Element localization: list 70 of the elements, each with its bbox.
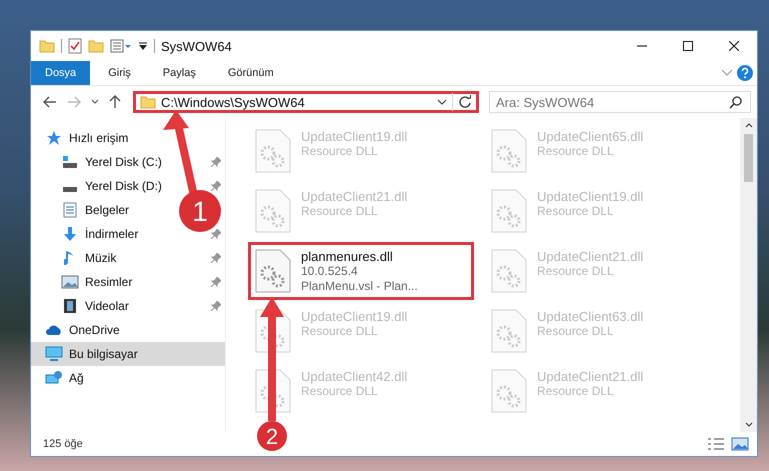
- back-arrow-icon[interactable]: [43, 96, 57, 108]
- large-icons-view-icon[interactable]: [731, 437, 749, 451]
- sidebar-item[interactable]: Hızlı erişim: [69, 131, 128, 145]
- monitor-icon: [45, 346, 63, 362]
- pin-icon[interactable]: [211, 181, 221, 191]
- pin-icon[interactable]: [211, 301, 221, 311]
- maximize-icon: [683, 41, 693, 51]
- address-field[interactable]: C:\Windows\SysWOW64: [133, 91, 479, 113]
- gear-file-icon: [491, 189, 527, 233]
- pin-icon[interactable]: [211, 277, 221, 287]
- sidebar-item[interactable]: OneDrive: [69, 323, 120, 337]
- properties-icon[interactable]: [110, 39, 132, 53]
- ribbon-tab[interactable]: Görünüm: [214, 61, 288, 85]
- help-icon[interactable]: [737, 65, 753, 81]
- picture-icon: [61, 275, 79, 289]
- pin-icon[interactable]: [211, 253, 221, 263]
- sidebar-item[interactable]: Resimler: [85, 275, 132, 289]
- scrollbar[interactable]: [740, 118, 757, 432]
- customize-caret-icon[interactable]: [138, 41, 148, 51]
- gear-file-icon: [491, 309, 527, 353]
- ribbon-tab[interactable]: Dosya: [31, 61, 90, 85]
- network-icon: [45, 370, 63, 386]
- pin-icon[interactable]: [211, 229, 221, 239]
- scroll-down-icon[interactable]: [744, 422, 752, 428]
- item-count: 125 öğe: [43, 438, 83, 450]
- gear-file-icon: [491, 129, 527, 173]
- scroll-thumb[interactable]: [744, 134, 753, 182]
- step-marker: 1: [179, 190, 221, 232]
- gear-file-icon: [255, 249, 291, 293]
- scroll-up-icon[interactable]: [744, 122, 752, 128]
- sidebar-item[interactable]: Bu bilgisayar: [69, 347, 138, 361]
- sidebar-item[interactable]: Belgeler: [85, 203, 130, 217]
- folder-icon: [39, 39, 55, 53]
- refresh-icon[interactable]: [458, 95, 472, 109]
- drive-icon: [62, 155, 78, 169]
- close-icon: [729, 41, 739, 51]
- up-arrow-icon[interactable]: [109, 95, 121, 109]
- gear-file-icon: [491, 249, 527, 293]
- sidebar-item[interactable]: Ağ: [69, 371, 84, 385]
- sidebar-item[interactable]: Müzik: [85, 251, 116, 265]
- expand-ribbon-icon[interactable]: [721, 69, 733, 77]
- download-arrow-icon: [62, 226, 78, 242]
- folder-icon: [140, 95, 156, 109]
- document-icon: [63, 202, 77, 218]
- gear-file-icon: [491, 369, 527, 413]
- recent-caret-icon[interactable]: [91, 99, 99, 105]
- sidebar-item[interactable]: Videolar: [85, 299, 129, 313]
- pin-icon[interactable]: [211, 157, 221, 167]
- search-icon[interactable]: [729, 95, 743, 109]
- gear-file-icon: [255, 189, 291, 233]
- step-marker: 2: [257, 421, 287, 451]
- star-icon: [46, 130, 62, 146]
- ribbon-tab[interactable]: Paylaş: [148, 61, 210, 85]
- caret-icon[interactable]: [437, 99, 447, 105]
- search-field[interactable]: Ara: SysWOW64: [489, 91, 751, 113]
- sidebar-item[interactable]: Yerel Disk (D:): [85, 179, 162, 193]
- sidebar-item[interactable]: İndirmeler: [85, 227, 138, 241]
- window-title: SysWOW64: [161, 38, 232, 54]
- music-note-icon: [64, 250, 76, 266]
- details-view-icon[interactable]: [707, 438, 725, 450]
- drive-icon: [63, 186, 77, 192]
- file-item[interactable]: planmenures.dll 10.0.525.4 PlanMenu.vsl - Plan...: [248, 242, 474, 300]
- gear-file-icon: [255, 129, 291, 173]
- sidebar-item[interactable]: Yerel Disk (C:): [85, 155, 162, 169]
- cloud-icon: [45, 324, 63, 336]
- checklist-icon[interactable]: [68, 38, 82, 54]
- film-icon: [63, 298, 77, 314]
- ribbon-tab[interactable]: Giriş: [94, 61, 145, 85]
- minimize-icon: [637, 45, 647, 47]
- gear-file-icon: [255, 369, 291, 413]
